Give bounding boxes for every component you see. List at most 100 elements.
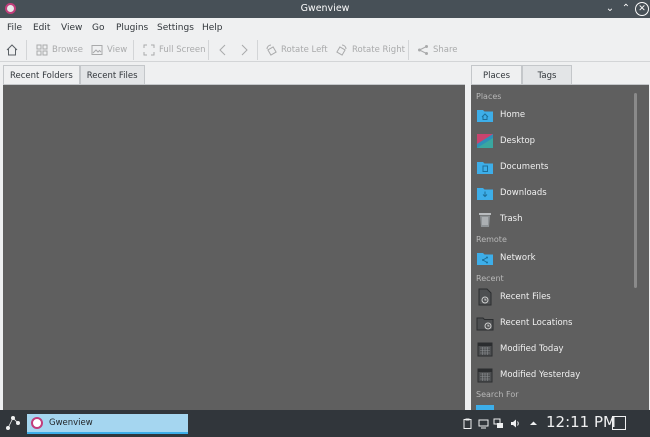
- recent-files-icon: [478, 288, 492, 306]
- menu-view[interactable]: View: [61, 23, 82, 33]
- browse-icon: [36, 44, 48, 56]
- fullscreen-button[interactable]: Full Screen: [143, 43, 205, 57]
- application-launcher-icon[interactable]: [5, 415, 21, 431]
- tab-recent-folders[interactable]: Recent Folders: [3, 65, 80, 85]
- rotate-right-label: Rotate Right: [352, 45, 405, 55]
- gwenview-task-icon: [31, 417, 43, 429]
- place-documents-label: Documents: [500, 162, 549, 172]
- section-places: Places: [476, 92, 502, 101]
- left-tab-bar: Recent Folders Recent Files: [3, 65, 145, 85]
- places-scrollbar[interactable]: [634, 93, 637, 288]
- menu-settings[interactable]: Settings: [157, 23, 194, 33]
- place-recent-locations[interactable]: Recent Locations: [476, 313, 572, 333]
- title-bar[interactable]: Gwenview ⌄ ⌃ ✕: [0, 0, 650, 18]
- notifications-expand-icon[interactable]: [528, 418, 539, 429]
- network-folder-icon: [477, 253, 493, 265]
- toolbar-separator: [26, 40, 27, 60]
- close-button[interactable]: ✕: [635, 2, 649, 16]
- view-button[interactable]: View: [91, 43, 127, 57]
- section-search-for: Search For: [476, 390, 519, 399]
- calendar-icon: [477, 342, 493, 357]
- toolbar-separator: [208, 40, 209, 60]
- browse-button[interactable]: Browse: [36, 43, 83, 57]
- place-downloads[interactable]: Downloads: [476, 183, 547, 203]
- tab-places[interactable]: Places: [471, 65, 522, 85]
- trash-icon: [479, 213, 491, 227]
- clock[interactable]: 12:11 PM: [546, 413, 616, 431]
- view-label: View: [107, 45, 128, 55]
- home-folder-icon: [477, 110, 493, 122]
- recent-locations-icon: [476, 317, 494, 331]
- rotate-right-icon: [336, 44, 347, 56]
- rotate-right-button[interactable]: Rotate Right: [336, 43, 405, 57]
- place-network[interactable]: Network: [476, 248, 536, 268]
- rotate-left-button[interactable]: Rotate Left: [265, 43, 328, 57]
- taskbar-item-gwenview[interactable]: Gwenview: [27, 414, 188, 434]
- share-button[interactable]: Share: [417, 43, 458, 57]
- place-recent-locations-label: Recent Locations: [500, 318, 573, 328]
- place-modified-today-label: Modified Today: [500, 344, 564, 354]
- browse-label: Browse: [52, 45, 83, 55]
- volume-icon[interactable]: [510, 418, 521, 429]
- home-button[interactable]: [6, 43, 18, 57]
- menu-edit[interactable]: Edit: [33, 23, 50, 33]
- clipboard-icon[interactable]: [462, 418, 473, 429]
- home-icon: [6, 44, 18, 56]
- place-network-label: Network: [500, 253, 536, 263]
- minimize-button[interactable]: ⌄: [603, 2, 617, 16]
- previous-button[interactable]: [217, 43, 229, 57]
- rotate-left-label: Rotate Left: [281, 45, 328, 55]
- share-icon: [418, 45, 428, 55]
- place-home-label: Home: [500, 110, 526, 120]
- sidebar-tab-bar: Places Tags: [471, 65, 572, 85]
- place-documents[interactable]: Documents: [476, 157, 548, 177]
- place-trash-label: Trash: [500, 214, 523, 224]
- menu-file[interactable]: File: [7, 23, 22, 33]
- place-recent-files-label: Recent Files: [500, 292, 551, 302]
- main-toolbar: Browse View Full Screen Rotate Left Rota…: [0, 38, 650, 62]
- toolbar-separator: [257, 40, 258, 60]
- image-view-icon: [91, 45, 103, 55]
- gwenview-window: Gwenview ⌄ ⌃ ✕ File Edit View Go Plugins…: [0, 0, 650, 410]
- show-desktop-button[interactable]: [612, 416, 626, 430]
- network-icon[interactable]: [493, 418, 504, 429]
- menu-bar: File Edit View Go Plugins Settings Help: [0, 18, 650, 38]
- tab-tags[interactable]: Tags: [522, 65, 572, 85]
- fullscreen-label: Full Screen: [159, 45, 206, 55]
- places-panel: Places Home Desktop Documents Downloads …: [471, 84, 649, 410]
- recent-folders-panel[interactable]: [3, 84, 465, 410]
- downloads-folder-icon: [477, 188, 493, 200]
- place-modified-yesterday-label: Modified Yesterday: [500, 370, 581, 380]
- menu-plugins[interactable]: Plugins: [116, 23, 148, 33]
- place-home[interactable]: Home: [476, 105, 525, 125]
- place-trash[interactable]: Trash: [476, 209, 522, 229]
- chevron-left-icon: [219, 44, 226, 56]
- toolbar-separator: [133, 40, 134, 60]
- fullscreen-icon: [143, 44, 155, 56]
- section-remote: Remote: [476, 235, 507, 244]
- share-label: Share: [433, 45, 458, 55]
- tab-recent-files[interactable]: Recent Files: [79, 65, 145, 85]
- documents-folder-icon: [477, 162, 493, 174]
- place-modified-today[interactable]: Modified Today: [476, 339, 564, 359]
- calendar-icon: [477, 368, 493, 383]
- content-area: Recent Folders Recent Files Places Tags …: [0, 62, 650, 410]
- desktop-icon: [477, 134, 493, 148]
- section-recent: Recent: [476, 274, 504, 283]
- place-downloads-label: Downloads: [500, 188, 547, 198]
- taskbar-item-label: Gwenview: [49, 418, 93, 428]
- rotate-left-icon: [266, 44, 277, 56]
- maximize-button[interactable]: ⌃: [619, 2, 633, 16]
- next-button[interactable]: [238, 43, 250, 57]
- toolbar-separator: [408, 40, 409, 60]
- taskbar: Gwenview 12:11 PM: [0, 410, 650, 437]
- place-recent-files[interactable]: Recent Files: [476, 287, 551, 307]
- place-desktop-label: Desktop: [500, 136, 536, 146]
- device-notifier-icon[interactable]: [478, 418, 489, 429]
- menu-help[interactable]: Help: [202, 23, 223, 33]
- window-title: Gwenview: [300, 3, 350, 14]
- menu-go[interactable]: Go: [92, 23, 104, 33]
- place-modified-yesterday[interactable]: Modified Yesterday: [476, 365, 580, 385]
- chevron-right-icon: [241, 44, 248, 56]
- place-desktop[interactable]: Desktop: [476, 131, 535, 151]
